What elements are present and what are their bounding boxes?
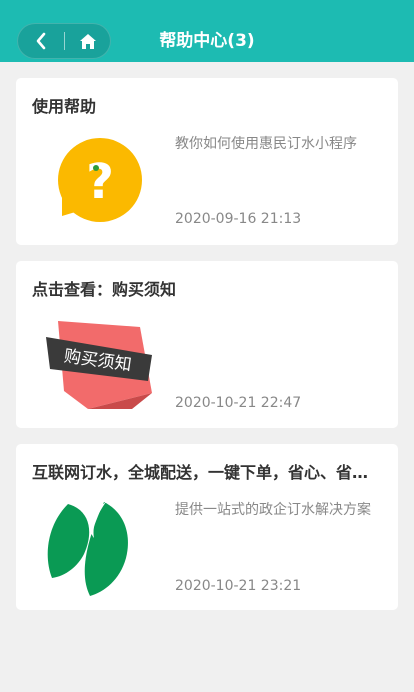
article-title: 点击查看：购买须知 (32, 280, 177, 299)
article-description: 提供一站式的政企订水解决方案 (175, 502, 371, 518)
article-description: 教你如何使用惠民订水小程序 (175, 136, 357, 152)
article-title: 使用帮助 (32, 97, 97, 116)
article-card[interactable]: 点击查看：购买须知 购买须知 2020-10-21 22:47 (16, 261, 398, 428)
article-date: 2020-10-21 23:21 (175, 578, 302, 594)
svg-text:?: ? (86, 154, 114, 210)
green-leaf-logo-image (47, 502, 128, 596)
purchase-notice-banner-image: 购买须知 (46, 321, 152, 409)
question-bubble-icon: ? (58, 138, 142, 222)
article-title: 互联网订水，全城配送，一键下单，省心、省力、放心 (32, 463, 382, 482)
article-card[interactable]: 使用帮助 ? 教你如何使用惠民订水小程序 2020-09-16 21:13 (16, 78, 398, 245)
article-date: 2020-10-21 22:47 (175, 395, 302, 411)
title-bar: 帮助中心(3) (0, 0, 414, 62)
article-card[interactable]: 互联网订水，全城配送，一键下单，省心、省力、放心 提供一站式的政企订水解决方案 … (16, 444, 398, 610)
page-title: 帮助中心(3) (159, 31, 255, 51)
article-date: 2020-09-16 21:13 (175, 211, 302, 227)
